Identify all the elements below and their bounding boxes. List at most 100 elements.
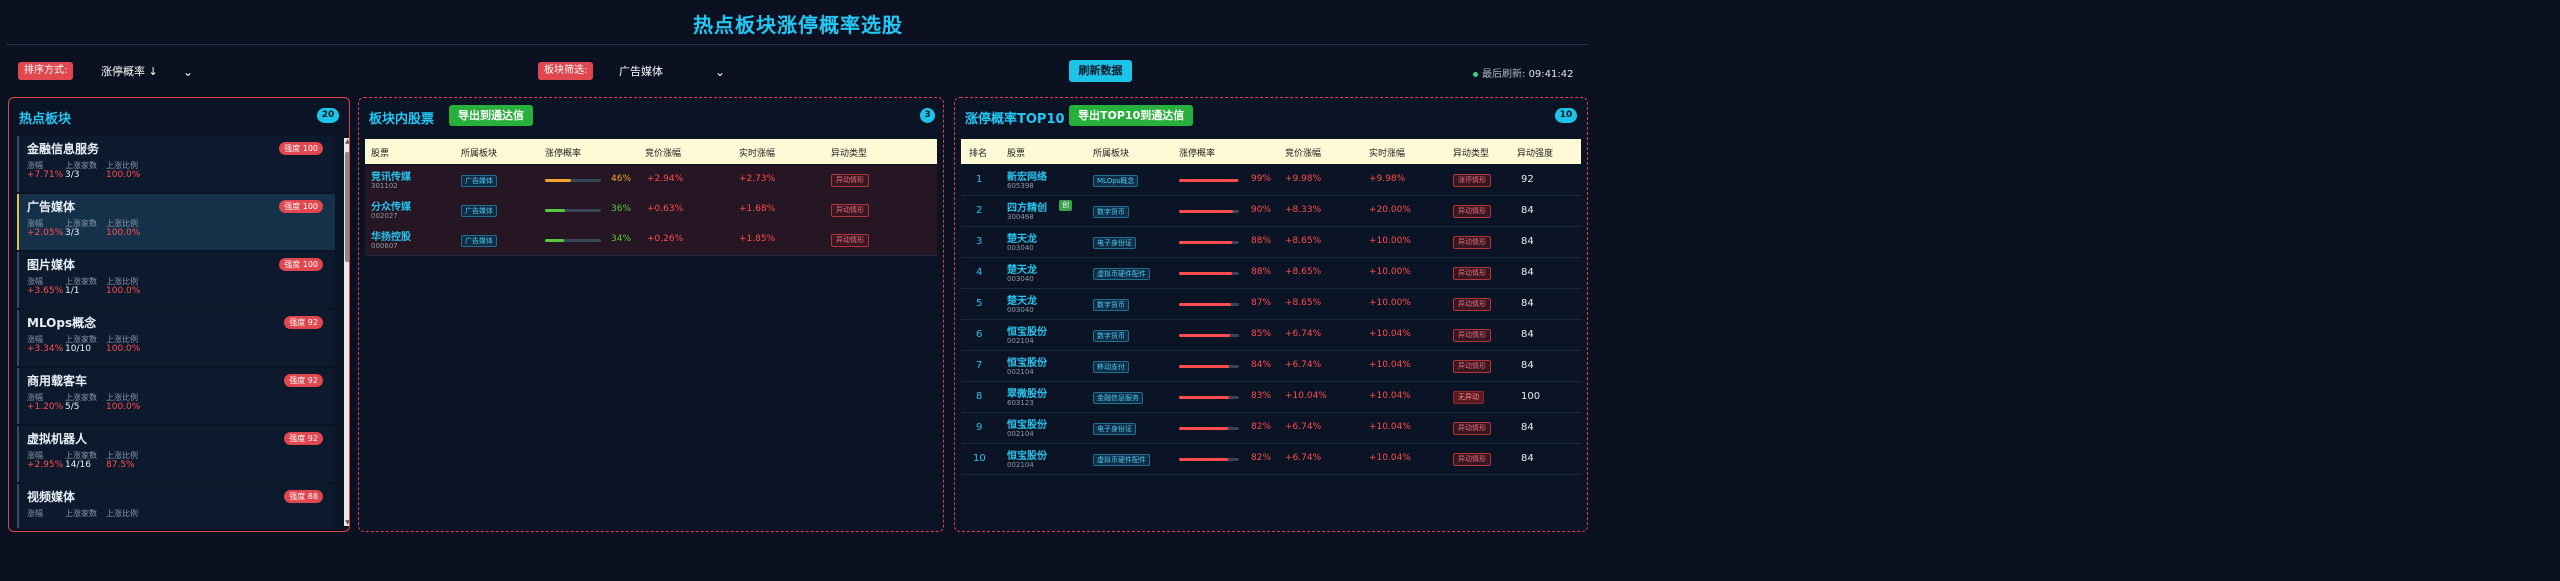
sector-tag: 广告媒体 <box>461 205 497 217</box>
table-row[interactable]: 6 恒宝股份 002104 数字货币 85% +6.74% +10.04% 异动情形 84 <box>961 320 1581 351</box>
probability-bar-fill <box>1179 210 1233 213</box>
table-row[interactable]: 3 楚天龙 003040 电子身份证 88% +8.65% +10.00% 异动情形 84 <box>961 227 1581 258</box>
sector-card[interactable]: 虚拟机器人 强度 92 涨幅 上涨家数 上涨比例 +2.95% 14/16 87.5% <box>17 426 335 482</box>
probability-value: 90% <box>1251 205 1272 215</box>
sector-card[interactable]: 图片媒体 强度 100 涨幅 上涨家数 上涨比例 +3.65% 1/1 100.0% <box>17 252 335 308</box>
table-row[interactable]: 竞讯传媒 301102 广告媒体 46% +2.94% +2.73% 异动情形 <box>365 165 937 196</box>
realtime-change: +9.98% <box>1369 174 1406 184</box>
table-row[interactable]: 10 恒宝股份 002104 虚拟币硬件配件 82% +6.74% +10.04% 异动情形 8… <box>961 444 1581 475</box>
table-row[interactable]: 8 翠微股份 603123 金融信息服务 83% +10.04% +10.04% 无异动 100 <box>961 382 1581 413</box>
probability-value: 84% <box>1251 360 1272 370</box>
table-row[interactable]: 2 四方精创 创 300468 数字货币 90% +8.33% +20.00% 异动情形 84 <box>961 196 1581 227</box>
column-header: 实时涨幅 <box>739 149 776 159</box>
sector-filter-select[interactable]: 广告媒体 ⌄ <box>612 61 730 81</box>
probability-bar-fill <box>1179 458 1229 461</box>
probability-value: 99% <box>1251 174 1272 184</box>
stock-name: 分众传媒 <box>371 202 411 213</box>
probability-bar-fill <box>1179 303 1232 306</box>
probability-bar <box>1179 458 1239 461</box>
hot-sectors-scrollbar[interactable]: ▲ ▼ <box>344 138 349 526</box>
up-ratio-value: 100.0% <box>106 286 141 296</box>
anomaly-type-tag: 异动情形 <box>1453 267 1491 280</box>
hot-sectors-title: 热点板块 <box>19 112 72 127</box>
change-value: +3.34% <box>27 344 64 354</box>
realtime-change: +10.00% <box>1369 298 1411 308</box>
up-ratio-value: 100.0% <box>106 228 141 238</box>
bid-change: +10.04% <box>1285 391 1327 401</box>
table-row[interactable]: 1 新宏网络 605398 MLOps概念 99% +9.98% +9.98% 涨停情形 92 <box>961 165 1581 196</box>
anomaly-type-tag: 无异动 <box>1453 391 1484 404</box>
scroll-down-icon[interactable]: ▼ <box>344 519 349 526</box>
table-row[interactable]: 4 楚天龙 003040 虚拟币硬件配件 88% +8.65% +10.00% 异动情形 84 <box>961 258 1581 289</box>
status-dot-icon <box>1473 71 1478 77</box>
anomaly-strength: 84 <box>1521 205 1534 216</box>
sector-name: 视频媒体 <box>27 490 76 504</box>
table-row[interactable]: 9 恒宝股份 002104 电子身份证 82% +6.74% +10.04% 异动情形 84 <box>961 413 1581 444</box>
anomaly-strength: 84 <box>1521 267 1534 278</box>
hot-sectors-list[interactable]: 金融信息服务 强度 100 涨幅 上涨家数 上涨比例 +7.71% 3/3 100.0% 广告媒… <box>17 136 335 528</box>
anomaly-strength: 84 <box>1521 236 1534 247</box>
up-ratio-label: 上涨比例 <box>106 509 138 518</box>
stock-name: 恒宝股份 <box>1007 358 1047 369</box>
sector-card[interactable]: 金融信息服务 强度 100 涨幅 上涨家数 上涨比例 +7.71% 3/3 100.0% <box>17 136 335 192</box>
anomaly-strength: 84 <box>1521 360 1534 371</box>
table-row[interactable]: 5 楚天龙 003040 数字货币 87% +8.65% +10.00% 异动情形 84 <box>961 289 1581 320</box>
sector-card[interactable]: 商用载客车 强度 92 涨幅 上涨家数 上涨比例 +1.20% 5/5 100.0% <box>17 368 335 424</box>
page-title: 热点板块涨停概率选股 <box>693 13 903 37</box>
sector-card[interactable]: 视频媒体 强度 88 涨幅 上涨家数 上涨比例 <box>17 484 335 528</box>
bid-change: +8.33% <box>1285 205 1322 215</box>
probability-bar <box>1179 241 1239 244</box>
table-row[interactable]: 7 恒宝股份 002104 移动支付 84% +6.74% +10.04% 异动情形 84 <box>961 351 1581 382</box>
rank-number: 2 <box>976 205 983 216</box>
up-ratio-value: 87.5% <box>106 460 135 470</box>
probability-bar <box>1179 210 1239 213</box>
sort-select[interactable]: 涨停概率 ↓ ⌄ <box>94 61 198 81</box>
scroll-up-icon[interactable]: ▲ <box>344 138 349 145</box>
column-header: 竞价涨幅 <box>1285 149 1322 159</box>
table-row[interactable]: 分众传媒 002027 广告媒体 36% +0.63% +1.68% 异动情形 <box>365 195 937 226</box>
refresh-button[interactable]: 刷新数据 <box>1069 60 1132 82</box>
stock-code: 003040 <box>1007 306 1034 314</box>
sector-name: 商用载客车 <box>27 374 88 388</box>
up-ratio-value: 100.0% <box>106 402 141 412</box>
strength-badge: 强度 92 <box>284 316 323 329</box>
realtime-change: +10.04% <box>1369 329 1411 339</box>
probability-value: 34% <box>611 234 632 244</box>
anomaly-type-tag: 异动情形 <box>1453 453 1491 466</box>
sector-stocks-count: 3 <box>920 108 935 123</box>
table-row[interactable]: 华扬控股 000607 广告媒体 34% +0.26% +1.85% 异动情形 <box>365 225 937 256</box>
change-value: +7.71% <box>27 170 64 180</box>
rank-number: 3 <box>976 236 983 247</box>
probability-value: 82% <box>1251 422 1272 432</box>
sector-card[interactable]: 广告媒体 强度 100 涨幅 上涨家数 上涨比例 +2.05% 3/3 100.0% <box>17 194 335 250</box>
bid-change: +6.74% <box>1285 329 1322 339</box>
change-value: +3.65% <box>27 286 64 296</box>
strength-badge: 强度 100 <box>279 142 323 155</box>
hot-sectors-count: 20 <box>317 108 339 123</box>
probability-value: 85% <box>1251 329 1272 339</box>
probability-bar-fill <box>1179 272 1232 275</box>
realtime-change: +10.00% <box>1369 267 1411 277</box>
change-value: +2.95% <box>27 460 64 470</box>
probability-value: 36% <box>611 204 632 214</box>
sector-tag: 金融信息服务 <box>1093 392 1143 404</box>
export-top10-button[interactable]: 导出TOP10到通达信 <box>1069 105 1194 126</box>
sector-stocks-panel: 板块内股票 导出到通达信 3 股票 所属板块 涨停概率 竞价涨幅 实时涨幅 异动类型 竞讯… <box>358 97 944 532</box>
stock-code: 003040 <box>1007 275 1034 283</box>
column-header: 排名 <box>969 149 988 159</box>
top10-panel: 涨停概率TOP10 导出TOP10到通达信 10 排名 股票 所属板块 涨停概率 竞价涨… <box>954 97 1588 532</box>
anomaly-strength: 84 <box>1521 422 1534 433</box>
sector-tag: 虚拟币硬件配件 <box>1093 268 1150 280</box>
stock-name: 恒宝股份 <box>1007 327 1047 338</box>
strength-badge: 强度 88 <box>284 490 323 503</box>
sector-card[interactable]: MLOps概念 强度 92 涨幅 上涨家数 上涨比例 +3.34% 10/10 100.0% <box>17 310 335 366</box>
bid-change: +6.74% <box>1285 360 1322 370</box>
anomaly-strength: 84 <box>1521 298 1534 309</box>
scroll-thumb[interactable] <box>345 152 349 262</box>
anomaly-strength: 84 <box>1521 453 1534 464</box>
up-ratio-value: 100.0% <box>106 344 141 354</box>
rank-number: 6 <box>976 329 983 340</box>
probability-value: 88% <box>1251 236 1272 246</box>
export-sector-button[interactable]: 导出到通达信 <box>449 105 533 126</box>
top10-title: 涨停概率TOP10 <box>965 112 1065 127</box>
